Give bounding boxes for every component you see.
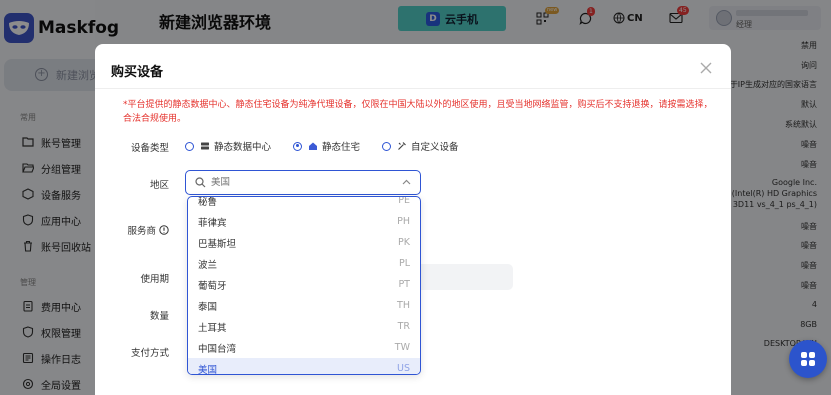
option-name: 波兰 (198, 259, 218, 271)
purchase-notice: *平台提供的静态数据中心、静态住宅设备为纯净代理设备，仅限在中国大陆以外的地区使… (123, 100, 713, 124)
option-code: TR (397, 321, 410, 332)
region-dropdown: 秘鲁 PE 菲律宾 PH 巴基斯坦 PK 波兰 PL 葡萄牙 PT 泰国 TH 土耳其 TR … (187, 196, 421, 375)
quantity-label: 数量 (149, 311, 169, 322)
server-icon (201, 142, 209, 150)
region-option[interactable]: 中国台湾 TW (188, 337, 420, 358)
region-option[interactable]: 菲律宾 PH (188, 211, 420, 232)
period-field[interactable] (421, 264, 513, 290)
dialog-title: 购买设备 (111, 65, 164, 80)
option-code: TH (397, 300, 410, 311)
radio-unchecked (382, 141, 392, 151)
option-name: 土耳其 (198, 322, 227, 334)
provider-label-text: 服务商 (127, 226, 156, 237)
option-name: 美国 (198, 364, 218, 375)
option-code: PE (398, 196, 410, 206)
region-option[interactable]: 泰国 TH (188, 295, 420, 316)
region-option[interactable]: 波兰 PL (188, 253, 420, 274)
region-option[interactable]: 葡萄牙 PT (188, 274, 420, 295)
radio-label: 静态住宅 (322, 142, 361, 153)
floating-menu-button[interactable] (789, 340, 827, 378)
region-option[interactable]: 巴基斯坦 PK (188, 232, 420, 253)
radio-unchecked (185, 141, 194, 151)
home-icon (309, 142, 318, 150)
chevron-up-icon (402, 179, 411, 185)
option-code: US (397, 363, 410, 374)
period-label: 使用期 (140, 274, 169, 285)
search-icon (195, 177, 206, 188)
option-name: 巴基斯坦 (198, 238, 237, 250)
option-code: PK (398, 237, 410, 248)
radio-label: 静态数据中心 (214, 142, 272, 153)
region-select[interactable] (185, 170, 421, 195)
grid-icon (801, 352, 815, 366)
radio-custom-device[interactable]: 自定义设备 (382, 139, 459, 153)
info-icon[interactable] (159, 225, 169, 235)
region-label: 地区 (149, 180, 169, 191)
divider (95, 88, 731, 89)
option-name: 葡萄牙 (198, 280, 227, 292)
payment-label: 支付方式 (130, 348, 169, 359)
option-code: PL (398, 258, 410, 269)
region-option[interactable]: 秘鲁 PE (188, 196, 420, 211)
option-name: 泰国 (198, 301, 218, 313)
option-name: 菲律宾 (198, 217, 227, 229)
option-name: 中国台湾 (198, 343, 237, 355)
radio-static-datacenter[interactable]: 静态数据中心 (185, 139, 271, 153)
tools-icon (398, 142, 406, 150)
radio-static-residential[interactable]: 静态住宅 (293, 139, 360, 153)
region-option-selected[interactable]: 美国 US (188, 358, 420, 375)
region-option[interactable]: 土耳其 TR (188, 316, 420, 337)
close-icon[interactable] (699, 61, 713, 75)
provider-label: 服务商 (95, 223, 169, 237)
region-search-input[interactable] (211, 177, 391, 188)
option-code: TW (394, 342, 410, 353)
purchase-device-dialog: 购买设备 *平台提供的静态数据中心、静态住宅设备为纯净代理设备，仅限在中国大陆以… (95, 44, 731, 395)
device-type-label: 设备类型 (130, 143, 169, 154)
radio-checked (293, 141, 303, 151)
option-code: PT (398, 279, 410, 290)
radio-label: 自定义设备 (411, 142, 459, 153)
device-type-radio-group: 静态数据中心 静态住宅 自定义设备 (185, 139, 481, 153)
option-name: 秘鲁 (198, 196, 218, 208)
option-code: PH (397, 216, 410, 227)
